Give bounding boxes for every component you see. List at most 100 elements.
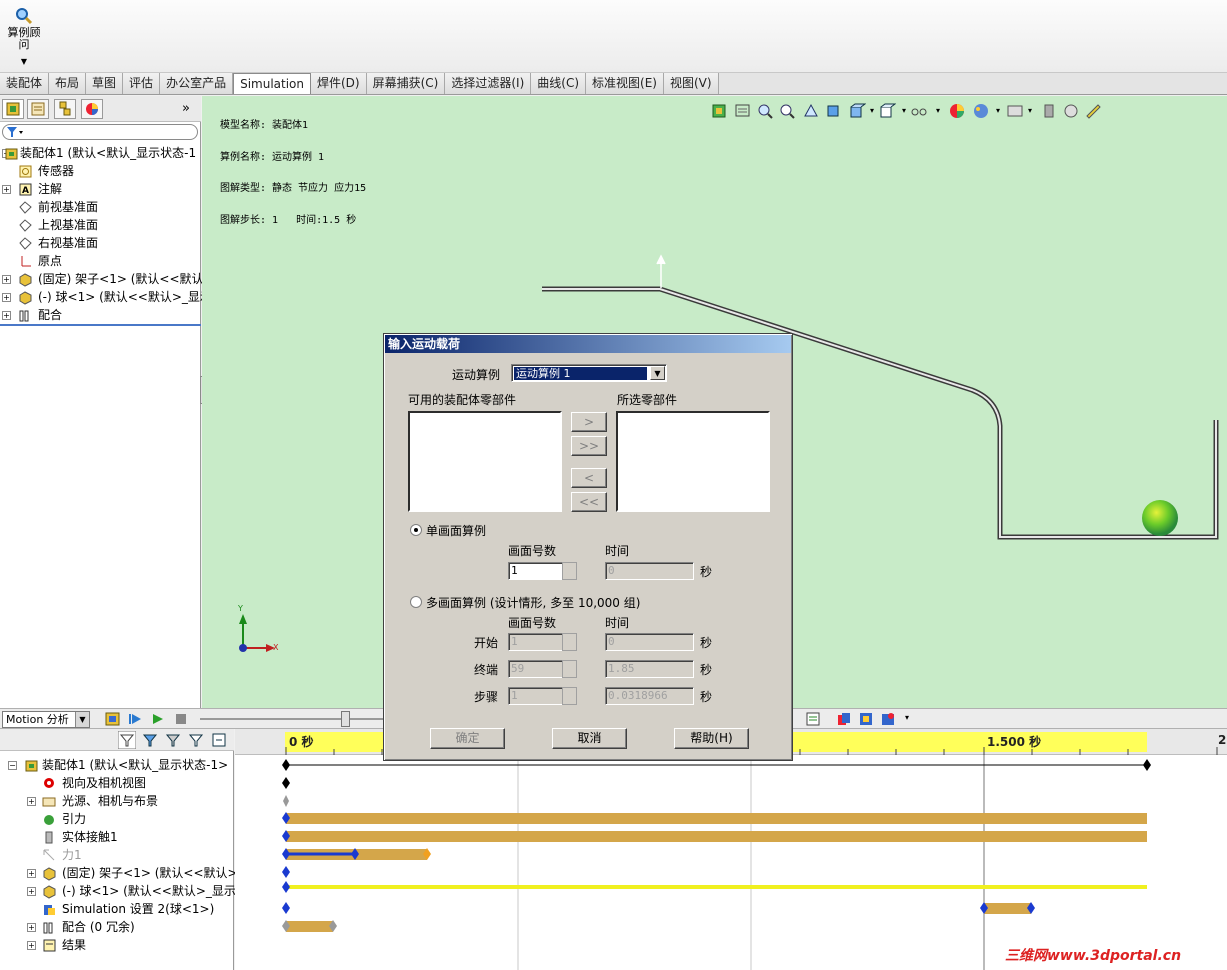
end-frame-input[interactable]: 59 (508, 660, 563, 678)
start-frame-spinner[interactable] (562, 633, 577, 651)
triad-x-label: X (273, 643, 279, 652)
motion-tree-item[interactable]: 力1 (0, 846, 234, 864)
feature-tree-tab[interactable] (2, 99, 24, 119)
feature-tree-item[interactable]: 右视基准面 (0, 234, 201, 252)
tab-11[interactable]: 视图(V) (663, 73, 719, 94)
cancel-button[interactable]: 取消 (552, 728, 627, 749)
filter-animated-icon[interactable] (118, 731, 136, 749)
motion-tree-item[interactable]: + 光源、相机与布景 (0, 792, 234, 810)
key-point[interactable] (283, 795, 289, 807)
dropdown-arrow-icon[interactable]: ▼ (75, 712, 89, 727)
tab-8[interactable]: 选择过滤器(I) (445, 73, 532, 94)
property-manager-tab[interactable] (27, 99, 49, 119)
expand-icon[interactable]: + (27, 887, 36, 896)
tab-1[interactable]: 布局 (49, 73, 87, 94)
expand-icon[interactable]: + (27, 797, 36, 806)
expand-icon[interactable]: + (27, 923, 36, 932)
feature-tree-item[interactable]: + (-) 球<1> (默认<<默认>_显示 (0, 288, 212, 306)
add-button[interactable]: > (571, 412, 607, 432)
playback-slider-thumb[interactable] (341, 711, 350, 727)
motion-tree-item[interactable]: 引力 (0, 810, 234, 828)
single-frame-radio[interactable] (410, 524, 422, 536)
feature-tree-item[interactable]: 上视基准面 (0, 216, 201, 234)
tab-3[interactable]: 评估 (123, 73, 161, 94)
tab-7[interactable]: 屏幕捕获(C) (366, 73, 446, 94)
tab-4[interactable]: 办公室产品 (160, 73, 234, 94)
motion-study-properties-icon[interactable] (858, 711, 874, 727)
simulation-setup-icon[interactable] (880, 711, 896, 727)
key-point[interactable] (282, 881, 290, 893)
playback-slider-track[interactable] (200, 718, 385, 720)
play-from-start-icon[interactable] (127, 711, 143, 727)
dropdown-arrow-icon[interactable]: ▾ (905, 713, 909, 722)
collapse-icon[interactable]: − (8, 761, 17, 770)
case-advisor-button[interactable]: 算例顾问 ▼ (2, 4, 46, 70)
stop-icon[interactable] (173, 711, 189, 727)
tab-2[interactable]: 草图 (86, 73, 124, 94)
filter-driving-icon[interactable] (141, 731, 159, 749)
study-select[interactable]: 运动算例 1 ▼ (511, 364, 667, 382)
motion-tree-item[interactable]: Simulation 设置 2(球<1>) (0, 900, 234, 918)
display-manager-tab[interactable] (81, 99, 103, 119)
motion-tree-item[interactable]: + (-) 球<1> (默认<<默认>_显示状 (0, 882, 248, 900)
expand-panel-icon[interactable]: » (182, 101, 190, 116)
motion-tree-item[interactable]: + 配合 (0 冗余) (0, 918, 234, 936)
results-list-icon[interactable] (805, 711, 821, 727)
available-components-list[interactable] (408, 411, 562, 512)
feature-tree-item-label: 前视基准面 (38, 200, 99, 214)
feature-tree-item[interactable]: 传感器 (0, 162, 201, 180)
play-icon[interactable] (150, 711, 166, 727)
tab-5[interactable]: Simulation (233, 73, 311, 94)
motion-tree-item-label: 配合 (0 冗余) (62, 920, 135, 934)
configuration-tab[interactable] (54, 99, 76, 119)
tab-10[interactable]: 标准视图(E) (586, 73, 664, 94)
motion-tree-item[interactable]: + (固定) 架子<1> (默认<<默认>_ (0, 864, 244, 882)
expand-icon[interactable]: + (2, 185, 11, 194)
motion-timeline[interactable]: 0 秒 1.500 秒 2 三维网www.3dportal.cn (235, 729, 1227, 970)
expand-icon[interactable]: + (2, 275, 11, 284)
remove-all-button[interactable]: << (571, 492, 607, 512)
selected-components-list[interactable] (616, 411, 770, 512)
tab-6[interactable]: 焊件(D) (311, 73, 367, 94)
multi-frame-radio[interactable] (410, 596, 422, 608)
collapse-tree-icon[interactable] (210, 731, 228, 749)
add-all-button[interactable]: >> (571, 436, 607, 456)
expand-icon[interactable]: + (27, 941, 36, 950)
key-point[interactable] (282, 866, 290, 878)
single-frame-input[interactable]: 1 (508, 562, 563, 580)
step-frame-input[interactable]: 1 (508, 687, 563, 705)
key-point[interactable] (282, 777, 290, 789)
motion-tree-item[interactable]: + 结果 (0, 936, 234, 954)
ok-button[interactable]: 确定 (430, 728, 505, 749)
single-frame-spinner[interactable] (562, 562, 577, 580)
camera-icon (42, 776, 56, 790)
expand-icon[interactable]: + (2, 311, 11, 320)
help-button[interactable]: 帮助(H) (674, 728, 749, 749)
motion-tree-item[interactable]: − 装配体1 (默认<默认_显示状态-1> (0, 756, 234, 774)
dropdown-arrow-icon[interactable]: ▼ (650, 366, 665, 380)
tab-9[interactable]: 曲线(C) (531, 73, 587, 94)
feature-tree-item[interactable]: 原点 (0, 252, 201, 270)
step-frame-spinner[interactable] (562, 687, 577, 705)
feature-tree-item[interactable]: + (固定) 架子<1> (默认<<默认> (0, 270, 214, 288)
expand-icon[interactable]: + (2, 293, 11, 302)
feature-tree-item[interactable]: + A 注解 (0, 180, 201, 198)
filter-results-icon[interactable] (187, 731, 205, 749)
feature-tree-item[interactable]: −装配体1 (默认<默认_显示状态-1 (0, 144, 201, 162)
start-frame-input[interactable]: 1 (508, 633, 563, 651)
tab-0[interactable]: 装配体 (0, 73, 50, 94)
end-frame-spinner[interactable] (562, 660, 577, 678)
tree-filter-input[interactable] (2, 124, 198, 140)
dropdown-arrow-icon[interactable]: ▼ (2, 56, 46, 68)
feature-tree-item[interactable]: 前视基准面 (0, 198, 201, 216)
key-point[interactable] (282, 902, 290, 914)
remove-button[interactable]: < (571, 468, 607, 488)
motion-tree-item[interactable]: 视向及相机视图 (0, 774, 234, 792)
motion-tree-item[interactable]: 实体接触1 (0, 828, 234, 846)
feature-tree-item[interactable]: + 配合 (0, 306, 201, 324)
calculate-icon[interactable] (104, 711, 122, 727)
expand-icon[interactable]: + (27, 869, 36, 878)
results-plots-icon[interactable] (836, 711, 852, 727)
filter-selected-icon[interactable] (164, 731, 182, 749)
study-type-select[interactable]: Motion 分析 ▼ (2, 711, 90, 728)
